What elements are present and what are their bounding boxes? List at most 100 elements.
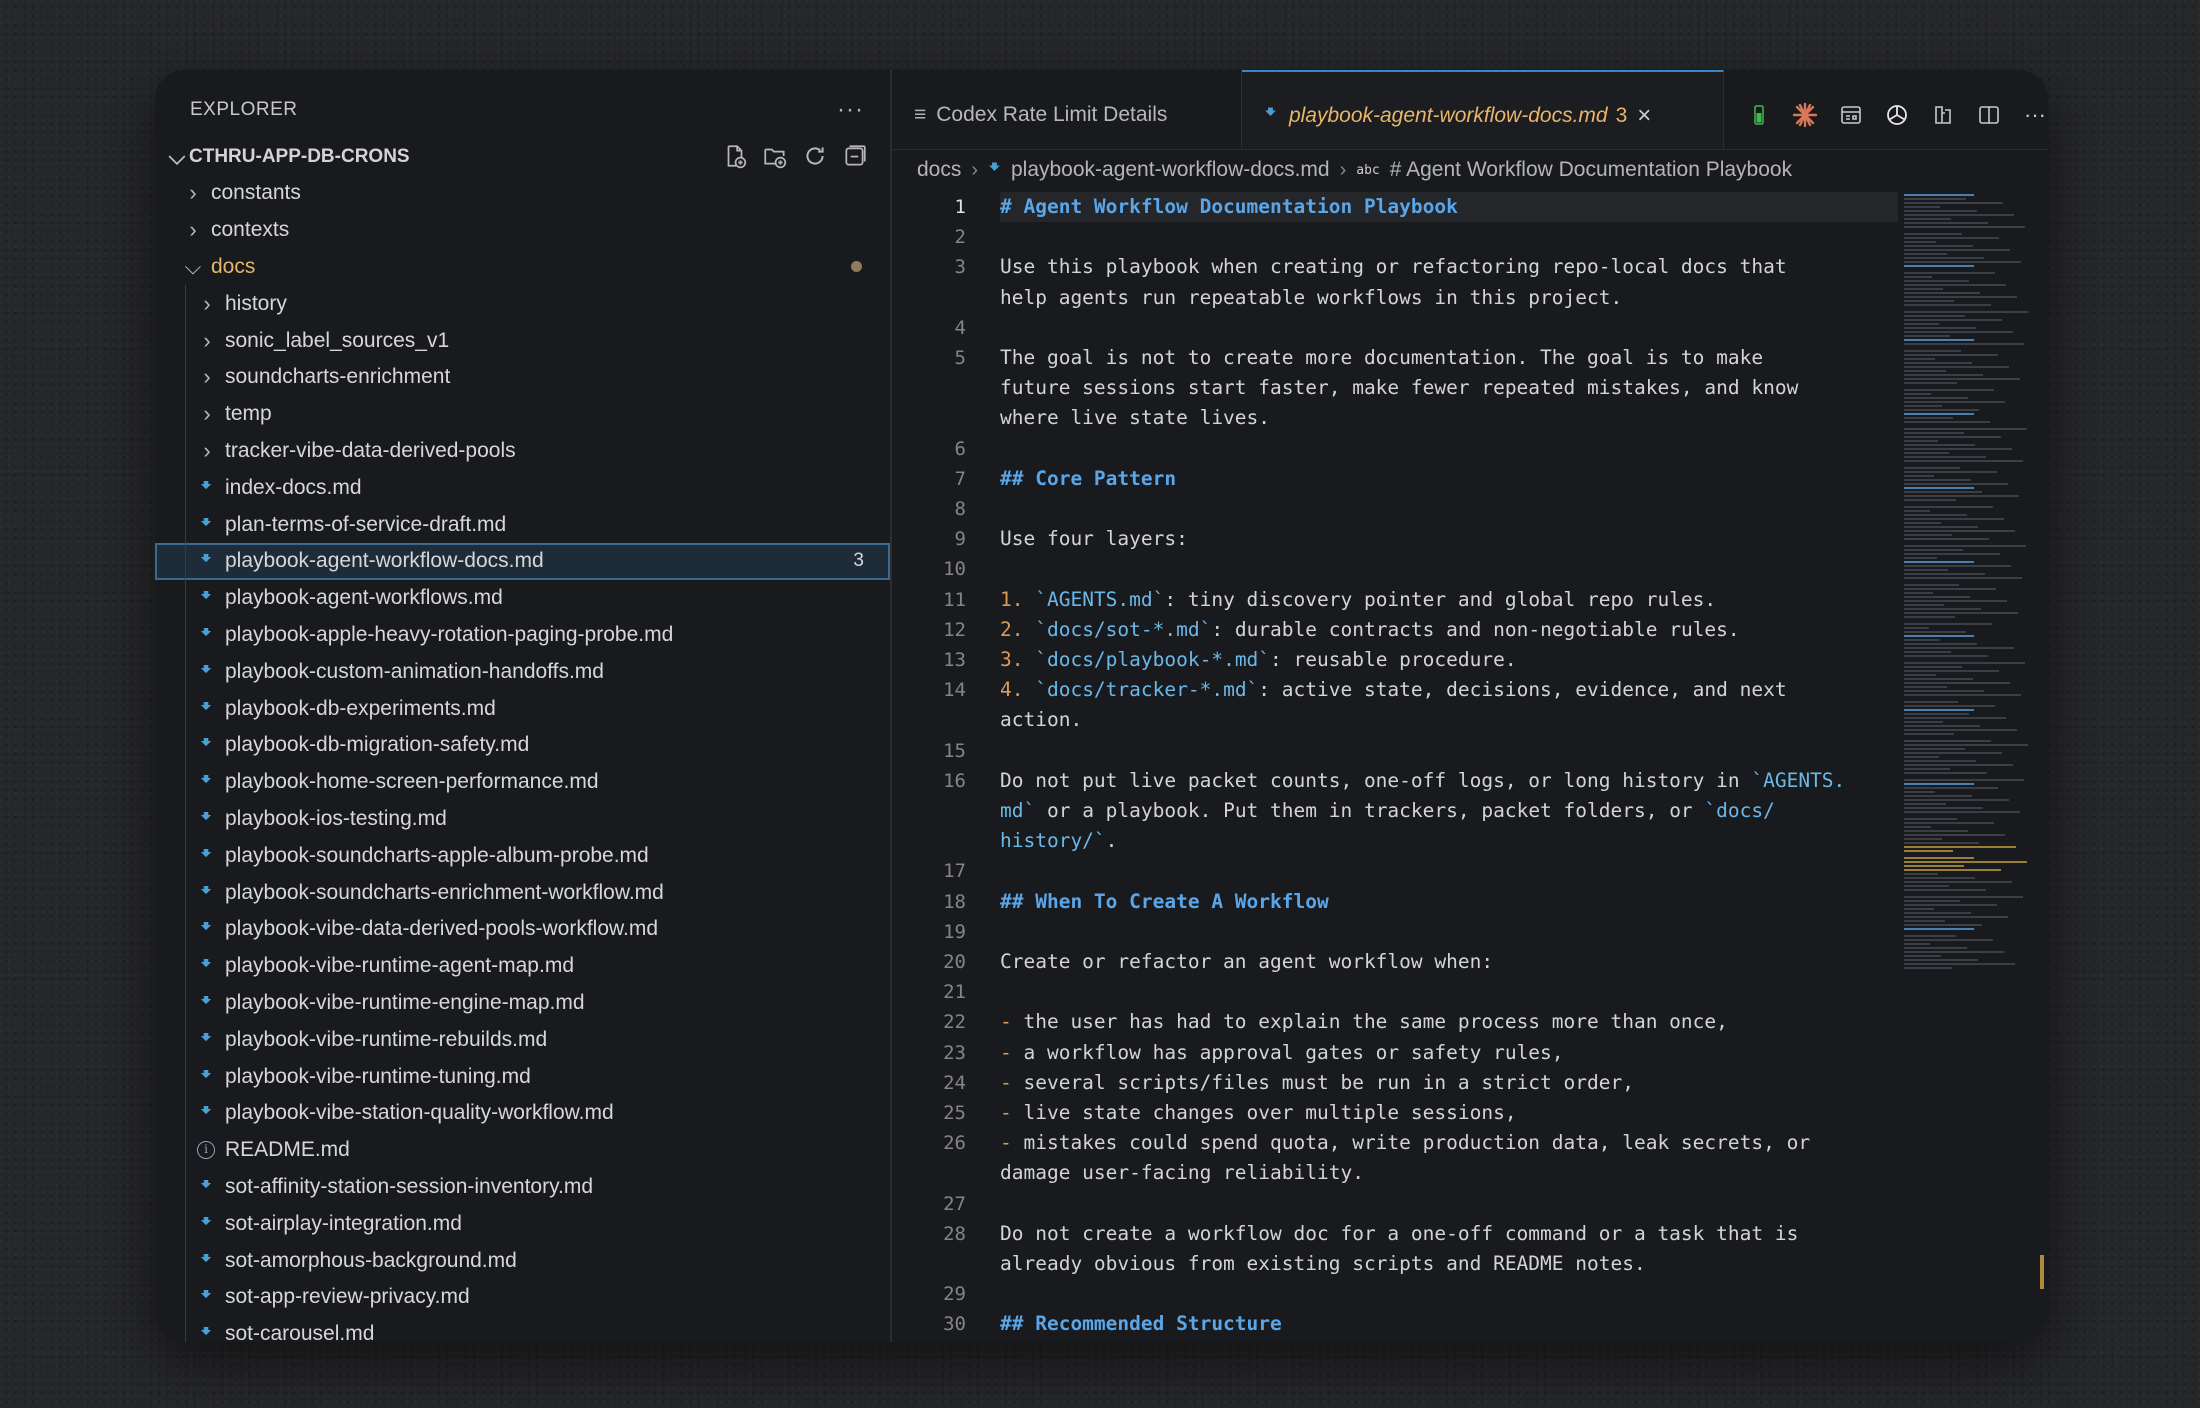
- preview-side-icon[interactable]: [1838, 102, 1864, 128]
- indent-guide: [185, 1315, 186, 1342]
- token: damage user-facing reliability.: [1000, 1161, 1364, 1185]
- openai-icon[interactable]: [1884, 102, 1910, 128]
- minimap-line: [1904, 393, 1931, 395]
- collapse-all-icon[interactable]: [842, 143, 868, 169]
- breadcrumb-file[interactable]: playbook-agent-workflow-docs.md: [1011, 158, 1330, 182]
- minimap-line: [1904, 904, 1997, 906]
- battery-icon[interactable]: [1746, 102, 1772, 128]
- line-number: 31: [892, 1340, 966, 1342]
- minimap-line: [1904, 198, 1966, 200]
- close-icon[interactable]: ×: [1637, 102, 1651, 130]
- minimap-line: [1904, 865, 1964, 867]
- minimap-line: [1904, 779, 2024, 781]
- minimap-line: [1904, 405, 1942, 407]
- claude-icon[interactable]: [1792, 102, 1818, 128]
- tree-item[interactable]: › contexts: [155, 212, 890, 249]
- minimap[interactable]: [1904, 192, 2034, 1342]
- more-actions-icon[interactable]: ···: [837, 96, 864, 124]
- code-line: damage user-facing reliability.: [892, 1158, 1898, 1188]
- minimap-line: [1904, 955, 1941, 957]
- tree-item[interactable]: 🠻 playbook-vibe-data-derived-pools-workfl…: [155, 910, 890, 948]
- code-line: future sessions start faster, make fewer…: [892, 373, 1898, 403]
- markdown-icon: 🠻: [1264, 101, 1277, 124]
- vscode-window: EXPLORER ··· ⌵ CTHRU-APP-DB-CRONS › cons…: [155, 70, 2048, 1342]
- markdown-icon: 🠻: [199, 1173, 213, 1196]
- minimap-line: [1904, 826, 1931, 828]
- code-line: 13 3. `docs/playbook-*.md`: reusable proc…: [892, 645, 1898, 675]
- minimap-line: [1904, 881, 2012, 883]
- tree-item[interactable]: › sonic_label_sources_v1: [155, 322, 890, 359]
- tree-item[interactable]: 🠻 sot-airplay-integration.md: [155, 1205, 890, 1243]
- code-line: 21: [892, 977, 1898, 1007]
- line-text: damage user-facing reliability.: [1000, 1158, 1364, 1188]
- tree-item[interactable]: 🠻 playbook-vibe-station-quality-workflow.…: [155, 1094, 890, 1132]
- tree-item[interactable]: 🠻 playbook-agent-workflows.md: [155, 579, 890, 617]
- minimap-line: [1904, 296, 2017, 298]
- line-number: 3: [954, 256, 966, 279]
- tree-item-label: temp: [225, 402, 272, 426]
- minimap-line: [1904, 861, 2027, 863]
- tree-item[interactable]: 🠻 playbook-db-migration-safety.md: [155, 726, 890, 764]
- code-editor[interactable]: 1 # Agent Workflow Documentation Playbook…: [892, 192, 1898, 1342]
- tree-item[interactable]: 🠻 sot-carousel.md: [155, 1315, 890, 1342]
- minimap-line: [1904, 783, 1974, 785]
- tree-item[interactable]: i README.md: [155, 1131, 890, 1169]
- tab-label: Codex Rate Limit Details: [936, 102, 1168, 126]
- refresh-icon[interactable]: [802, 143, 828, 169]
- tree-item[interactable]: 🠻 playbook-soundcharts-enrichment-workflo…: [155, 874, 890, 911]
- new-folder-icon[interactable]: [762, 143, 788, 169]
- tree-item[interactable]: › history: [155, 285, 890, 323]
- tree-item[interactable]: 🠻 sot-amorphous-background.md: [155, 1242, 890, 1279]
- scrollbar-marker[interactable]: [2040, 1255, 2044, 1289]
- tree-item[interactable]: 🠻 playbook-ios-testing.md: [155, 800, 890, 838]
- tree-item[interactable]: 🠻 playbook-home-screen-performance.md: [155, 763, 890, 801]
- breadcrumb-folder[interactable]: docs: [917, 158, 961, 182]
- tree-item[interactable]: 🠻 playbook-custom-animation-handoffs.md: [155, 653, 890, 691]
- tree-item[interactable]: 🠻 playbook-vibe-runtime-agent-map.md: [155, 947, 890, 985]
- tree-item[interactable]: 🠻 playbook-apple-heavy-rotation-paging-pr…: [155, 616, 890, 654]
- tab-playbook-agent-workflow-docs[interactable]: 🠻 playbook-agent-workflow-docs.md 3 ×: [1242, 70, 1724, 149]
- minimap-line: [1904, 553, 2000, 555]
- compare-icon[interactable]: [1930, 102, 1956, 128]
- markdown-icon: 🠻: [199, 879, 213, 902]
- tree-item-label: playbook-vibe-runtime-rebuilds.md: [225, 1027, 548, 1051]
- tree-item[interactable]: › soundcharts-enrichment: [155, 358, 890, 396]
- tree-item-label: constants: [211, 181, 301, 205]
- minimap-line: [1904, 670, 1999, 672]
- minimap-line: [1904, 530, 2015, 532]
- code-line: 28 Do not create a workflow doc for a one…: [892, 1219, 1898, 1249]
- markdown-icon: 🠻: [199, 842, 213, 865]
- line-text: 4. `docs/tracker-*.md`: active state, de…: [1000, 675, 1787, 705]
- tree-item[interactable]: 🠻 plan-terms-of-service-draft.md: [155, 506, 890, 543]
- tree-item[interactable]: 🠻 playbook-agent-workflow-docs.md 3: [155, 542, 890, 580]
- tree-item[interactable]: 🠻 playbook-vibe-runtime-tuning.md: [155, 1058, 890, 1095]
- chevron-down-icon: ⌵: [168, 144, 186, 169]
- tree-item[interactable]: ⌵ docs: [155, 249, 890, 286]
- tree-item[interactable]: › tracker-vibe-data-derived-pools: [155, 432, 890, 470]
- tree-item[interactable]: › temp: [155, 395, 890, 433]
- tree-item[interactable]: › constants: [155, 175, 890, 212]
- markdown-icon: 🠻: [199, 989, 213, 1012]
- minimap-line: [1904, 889, 1986, 891]
- token: Use four layers:: [1000, 527, 1188, 551]
- new-file-icon[interactable]: [722, 143, 748, 169]
- tree-item[interactable]: 🠻 sot-affinity-station-session-inventory.…: [155, 1168, 890, 1206]
- tree-item[interactable]: 🠻 playbook-soundcharts-apple-album-probe.…: [155, 837, 890, 875]
- tab-codex-rate-limit-details[interactable]: ≡ Codex Rate Limit Details: [892, 70, 1242, 149]
- tree-item[interactable]: 🠻 index-docs.md: [155, 469, 890, 507]
- minimap-line: [1904, 350, 1961, 352]
- tree-item[interactable]: 🠻 playbook-db-experiments.md: [155, 690, 890, 727]
- workspace-root[interactable]: ⌵ CTHRU-APP-DB-CRONS: [155, 139, 890, 175]
- code-line: 25 - live state changes over multiple ses…: [892, 1098, 1898, 1128]
- more-icon[interactable]: ···: [2022, 102, 2048, 128]
- split-editor-icon[interactable]: [1976, 102, 2002, 128]
- editor-area: ≡ Codex Rate Limit Details 🠻 playbook-ag…: [892, 70, 2048, 1342]
- tree-item[interactable]: 🠻 sot-app-review-privacy.md: [155, 1278, 890, 1316]
- breadcrumb-symbol[interactable]: # Agent Workflow Documentation Playbook: [1390, 158, 1792, 182]
- minimap-line: [1904, 577, 2022, 579]
- code-line: 1 # Agent Workflow Documentation Playbook: [892, 192, 1898, 222]
- minimap-line: [1904, 733, 1954, 735]
- tree-item[interactable]: 🠻 playbook-vibe-runtime-rebuilds.md: [155, 1021, 890, 1059]
- tree-item[interactable]: 🠻 playbook-vibe-runtime-engine-map.md: [155, 984, 890, 1022]
- line-number: 25: [943, 1102, 966, 1124]
